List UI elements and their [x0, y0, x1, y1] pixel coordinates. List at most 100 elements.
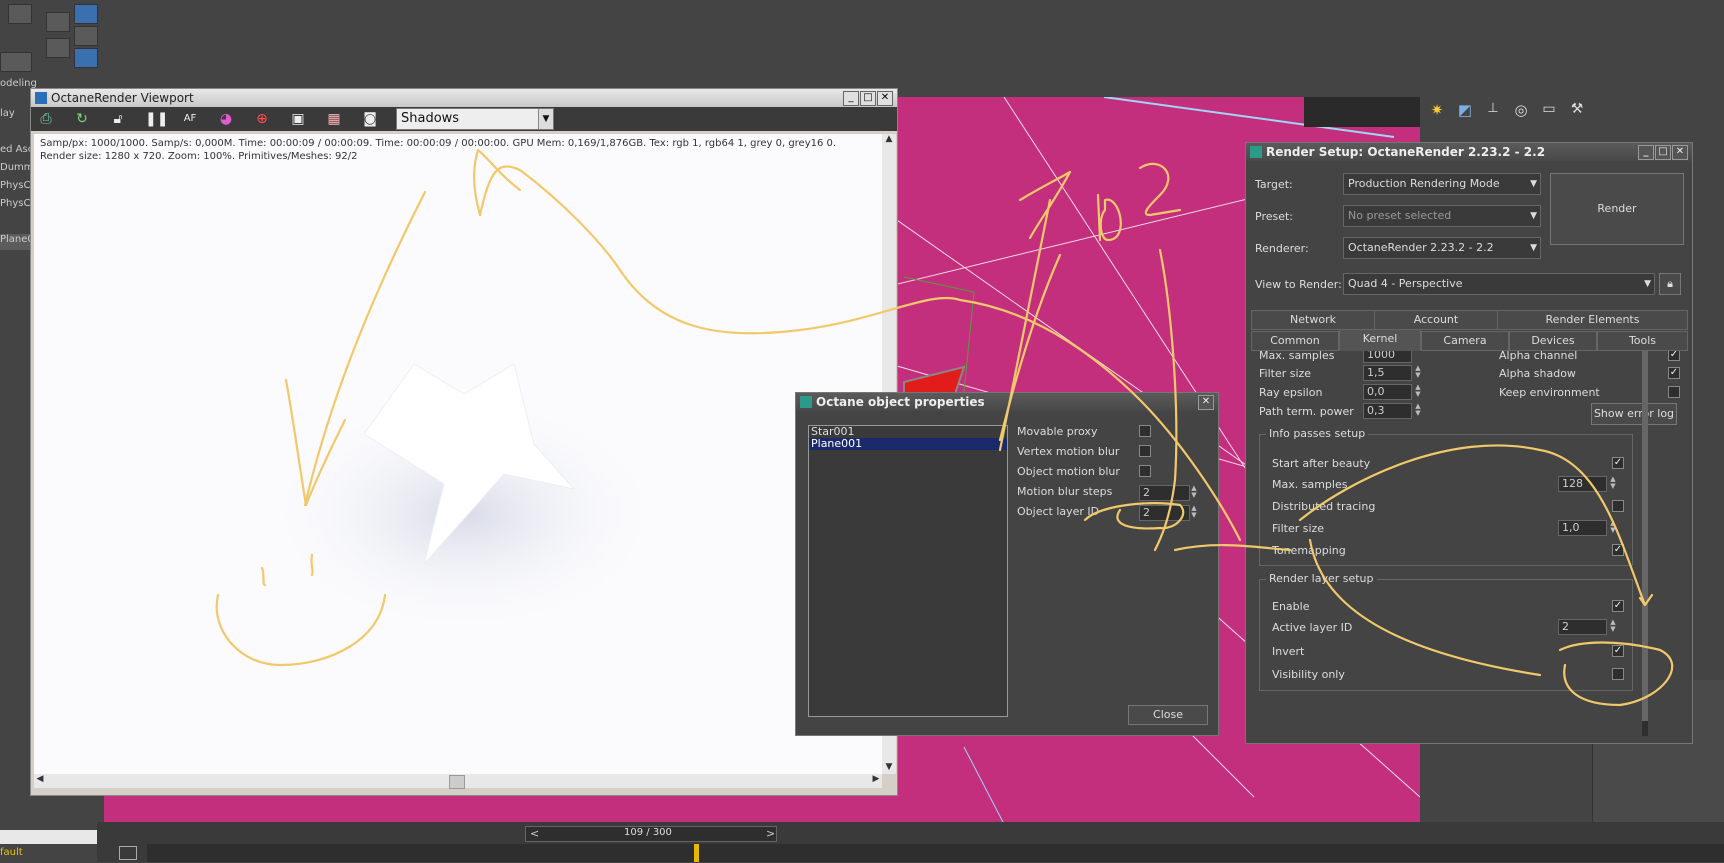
export-icon[interactable]: ⎙	[37, 110, 55, 128]
viewport-icon[interactable]	[74, 4, 98, 24]
ray-epsilon-input[interactable]: 0,0	[1363, 384, 1412, 400]
motion-blur-steps-input[interactable]: 2	[1139, 485, 1190, 501]
time-slider[interactable]: < 109 / 300 >	[525, 826, 777, 842]
view-to-render-dropdown[interactable]: Quad 4 - Perspective ▼	[1343, 273, 1655, 295]
alpha-shadow-checkbox[interactable]: ✓	[1668, 367, 1680, 379]
info-max-samples-input[interactable]: 128	[1558, 476, 1607, 492]
object-list[interactable]: Star001 Plane001	[808, 425, 1008, 717]
spinner-arrows-icon[interactable]: ▲ ▼	[1608, 619, 1618, 633]
alpha-channel-checkbox[interactable]: ✓	[1668, 351, 1680, 361]
focus-icon[interactable]: AF	[181, 110, 199, 128]
movable-proxy-checkbox[interactable]	[1139, 425, 1151, 437]
active-layer-id-input[interactable]: 2	[1558, 619, 1607, 635]
pause-icon[interactable]: ❚❚	[145, 110, 168, 128]
scroll-up-icon[interactable]: ▲	[882, 134, 896, 146]
vertex-motion-blur-checkbox[interactable]	[1139, 445, 1151, 457]
tab-kernel[interactable]: Kernel	[1339, 329, 1421, 351]
sort-icon[interactable]	[74, 48, 98, 68]
region-icon[interactable]: ▦	[325, 110, 343, 128]
time-cursor[interactable]	[694, 844, 699, 862]
enable-checkbox[interactable]: ✓	[1612, 600, 1624, 612]
panel-scrollbar[interactable]	[1642, 351, 1648, 736]
close-button[interactable]: Close	[1128, 705, 1208, 725]
scroll-thumb[interactable]	[1642, 351, 1648, 721]
render-button[interactable]: Render	[1550, 173, 1684, 245]
spinner-arrows-icon[interactable]: ▲ ▼	[1413, 403, 1423, 417]
invert-checkbox[interactable]: ✓	[1612, 645, 1624, 657]
spinner-arrows-icon[interactable]: ▲ ▼	[1413, 384, 1423, 398]
spinner-arrows-icon[interactable]: ▲ ▼	[1608, 476, 1618, 490]
minimize-button[interactable]: _	[1638, 145, 1654, 160]
tab-network[interactable]: Network	[1251, 310, 1375, 330]
object-layer-id-input[interactable]: 2	[1139, 505, 1190, 521]
start-after-beauty-checkbox[interactable]: ✓	[1612, 457, 1624, 469]
display-icon[interactable]: ▣	[289, 110, 307, 128]
prev-frame-button[interactable]: <	[530, 827, 539, 840]
target-dropdown[interactable]: Production Rendering Mode ▼	[1343, 173, 1541, 195]
color-picker-icon[interactable]: ◕	[217, 110, 235, 128]
tab-devices[interactable]: Devices	[1509, 331, 1597, 351]
window-titlebar[interactable]: OctaneRender Viewport _ □ ✕	[31, 89, 897, 107]
horizontal-scrollbar[interactable]: ◀ ▶	[34, 774, 882, 789]
tool-icon[interactable]	[46, 12, 70, 32]
record-icon[interactable]	[0, 52, 32, 72]
lock-icon[interactable]: 🔒︎	[1659, 273, 1681, 295]
tab-tools[interactable]: Tools	[1597, 331, 1688, 351]
maximize-button[interactable]: □	[860, 91, 876, 106]
tool-icon[interactable]	[46, 38, 70, 58]
scroll-down-icon[interactable]: ▼	[882, 762, 896, 774]
cube-icon[interactable]	[8, 4, 32, 24]
spinner-arrows-icon[interactable]: ▲ ▼	[1189, 485, 1199, 499]
preset-dropdown[interactable]: No preset selected ▼	[1343, 205, 1541, 227]
render-canvas[interactable]: Samp/px: 1000/1000. Samp/s: 0,000M. Time…	[34, 134, 882, 774]
close-button[interactable]: ✕	[877, 91, 893, 106]
display-icon[interactable]: ▭	[1539, 101, 1559, 121]
refresh-icon[interactable]: ↻	[73, 110, 91, 128]
scroll-left-icon[interactable]: ◀	[34, 774, 46, 788]
motion-icon[interactable]: ◎	[1511, 101, 1531, 121]
object-motion-blur-checkbox[interactable]	[1139, 465, 1151, 477]
next-frame-button[interactable]: >	[766, 827, 775, 840]
render-mode-dropdown[interactable]: Shadows ▼	[396, 108, 554, 130]
tab-common[interactable]: Common	[1251, 331, 1339, 351]
maximize-button[interactable]: □	[1655, 145, 1671, 160]
lock-icon[interactable]: 🔓︎	[109, 110, 127, 128]
timeline-track[interactable]	[147, 844, 1724, 862]
tab-account[interactable]: Account	[1374, 310, 1498, 330]
group-title: Info passes setup	[1266, 427, 1369, 440]
dialog-titlebar[interactable]: Octane object properties ✕	[796, 393, 1218, 411]
camera-icon[interactable]: ◙	[361, 110, 379, 128]
default-label[interactable]: fault	[0, 847, 40, 863]
tonemapping-checkbox[interactable]: ✓	[1612, 544, 1624, 556]
info-filter-size-input[interactable]: 1,0	[1558, 520, 1607, 536]
spinner-arrows-icon[interactable]: ▲ ▼	[1189, 505, 1199, 519]
list-item[interactable]: Plane001	[809, 438, 1007, 450]
renderer-dropdown[interactable]: OctaneRender 2.23.2 - 2.2 ▼	[1343, 237, 1541, 259]
dialog-titlebar[interactable]: Render Setup: OctaneRender 2.23.2 - 2.2 …	[1246, 143, 1692, 161]
visibility-only-checkbox[interactable]	[1612, 668, 1624, 680]
material-picker-icon[interactable]: ⊕	[253, 110, 271, 128]
filter-size-input[interactable]: 1,5	[1363, 365, 1412, 381]
close-button[interactable]: ✕	[1672, 145, 1688, 160]
keep-environment-checkbox[interactable]	[1668, 386, 1680, 398]
spinner-arrows-icon[interactable]: ▲ ▼	[1608, 520, 1618, 534]
scroll-thumb[interactable]	[449, 775, 465, 789]
tab-render-elements[interactable]: Render Elements	[1497, 310, 1688, 330]
minimize-button[interactable]: _	[843, 91, 859, 106]
tab-camera[interactable]: Camera	[1421, 331, 1509, 351]
show-error-log-button[interactable]: Show error log	[1591, 403, 1677, 425]
max-samples-input[interactable]: 1000	[1363, 351, 1412, 363]
spinner-arrows-icon[interactable]: ▲ ▼	[1413, 365, 1423, 379]
tool-icon[interactable]	[74, 26, 98, 46]
chevron-down-icon[interactable]: ▼	[538, 109, 553, 129]
create-icon[interactable]: ✷	[1427, 101, 1447, 121]
utilities-icon[interactable]: ⚒	[1567, 101, 1587, 121]
distributed-tracing-checkbox[interactable]	[1612, 500, 1624, 512]
mini-listener-icon[interactable]	[119, 846, 137, 860]
path-term-power-input[interactable]: 0,3	[1363, 403, 1412, 419]
scrollbar[interactable]	[0, 830, 100, 844]
close-icon[interactable]: ✕	[1198, 395, 1214, 410]
scroll-right-icon[interactable]: ▶	[870, 774, 882, 788]
hierarchy-icon[interactable]: ⊥	[1483, 101, 1503, 121]
modify-icon[interactable]: ◩	[1455, 101, 1475, 121]
